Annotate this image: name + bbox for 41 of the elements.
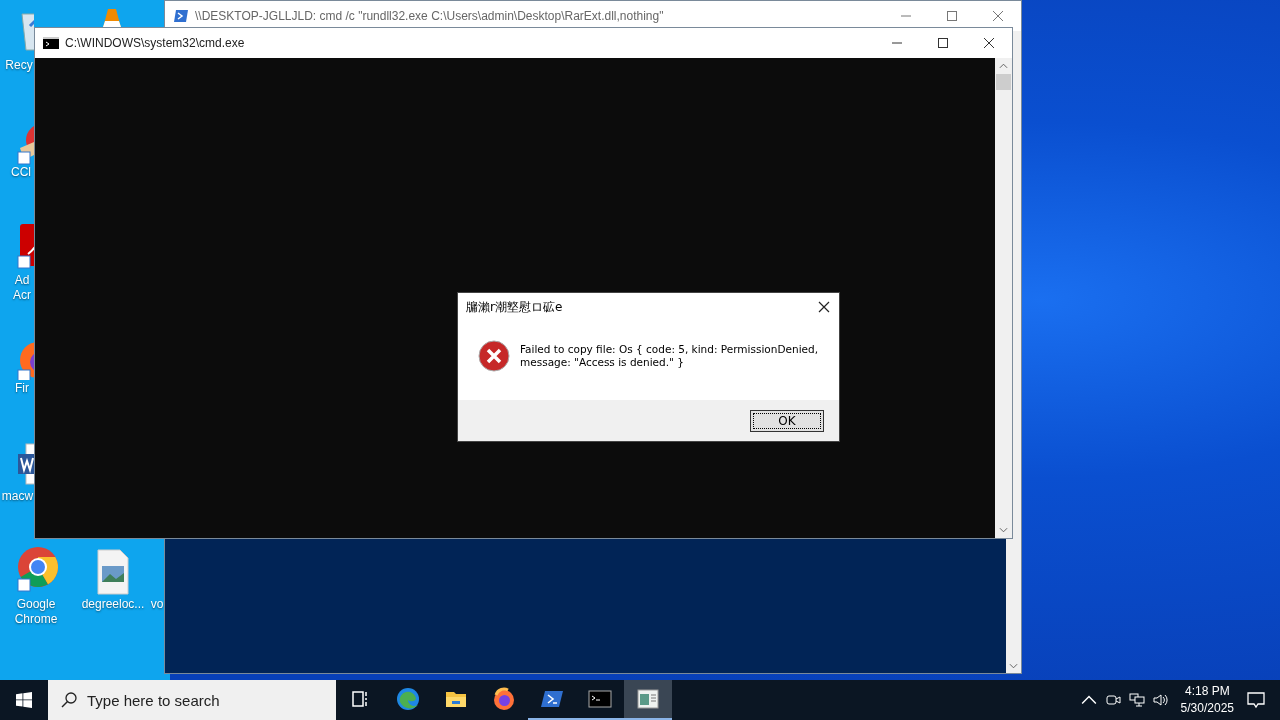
maximize-icon (938, 38, 948, 48)
volume-icon[interactable] (1152, 692, 1169, 708)
terminal-icon (588, 687, 612, 711)
dialog-title: 牖瀨r潮墪慰ロ砿e (466, 298, 563, 316)
browser-icon (492, 687, 516, 711)
icon-label[interactable]: CCl (8, 165, 34, 180)
scrollbar-thumb[interactable] (996, 74, 1011, 90)
notification-icon[interactable] (1246, 690, 1266, 710)
window-title: \\DESKTOP-JGLLJLD: cmd /c "rundll32.exe C:\Users\admin\Desktop\RarExt.dll,nothing" (195, 9, 664, 23)
network-icon[interactable] (1128, 692, 1145, 708)
error-icon (478, 339, 510, 372)
camera-icon[interactable] (1104, 692, 1121, 708)
powershell-icon (173, 8, 189, 24)
clock-date[interactable]: 5/30/2025 (1180, 700, 1234, 717)
clock-time[interactable]: 4:18 PM (1184, 683, 1230, 700)
scroll-down-icon[interactable] (999, 527, 1008, 533)
terminal-icon (43, 35, 59, 51)
error-message: Failed to copy file: Os { code: 5, kind: PermissionDenied, message: "Access is denied." } (520, 342, 819, 369)
close-icon (993, 11, 1003, 21)
search-icon (61, 692, 77, 708)
taskbar-button[interactable] (624, 680, 672, 720)
icon-label[interactable]: Google Chrome (4, 597, 68, 627)
icon-label[interactable]: Ad Acr (10, 273, 34, 303)
search-field[interactable]: Type here to search (48, 680, 336, 720)
window-title: C:\WINDOWS\system32\cmd.exe (65, 36, 245, 50)
ok-button[interactable]: OK (750, 409, 824, 432)
scrollbar[interactable] (1006, 538, 1021, 673)
windows-logo-icon[interactable] (16, 692, 32, 708)
close-icon (984, 38, 994, 48)
icon-label[interactable]: vo (150, 597, 164, 612)
icon-label[interactable]: Fir (10, 381, 34, 396)
icon-label[interactable]: Recy (4, 58, 34, 73)
icon-label[interactable]: macw (1, 489, 34, 504)
maximize-icon (947, 11, 957, 21)
scroll-down-icon[interactable] (1009, 663, 1018, 669)
scroll-up-icon[interactable] (999, 63, 1008, 69)
browser-icon (396, 687, 420, 711)
icon-label[interactable]: degreeloc... (78, 597, 148, 612)
scrollbar[interactable] (995, 58, 1012, 538)
close-icon (818, 301, 830, 313)
window-icon (636, 687, 660, 711)
